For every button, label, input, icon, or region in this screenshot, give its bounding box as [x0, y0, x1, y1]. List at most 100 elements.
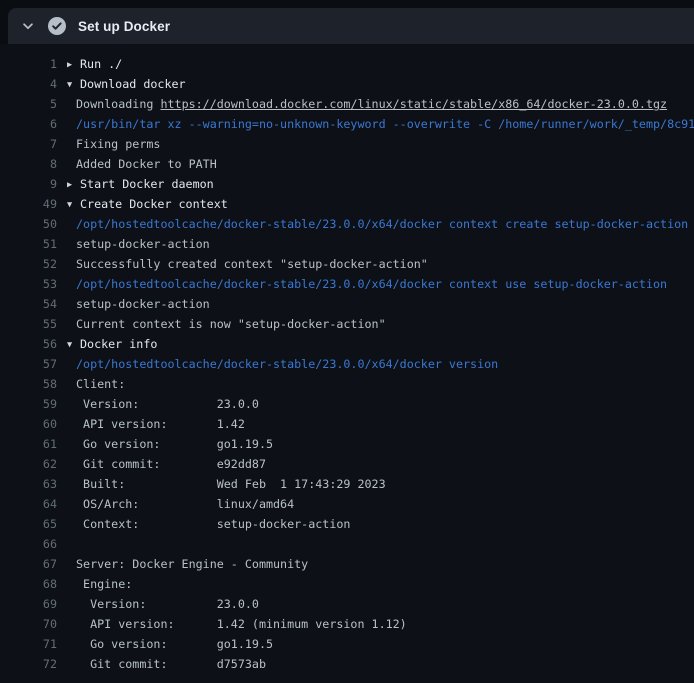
line-number[interactable]: 59 [0, 394, 57, 414]
group-toggle[interactable]: ▼Docker info [67, 334, 157, 354]
line-number[interactable]: 58 [0, 374, 57, 394]
line-number[interactable]: 6 [0, 114, 57, 134]
log-line: 55 Current context is now "setup-docker-a… [0, 314, 694, 334]
log-line: 7 Fixing perms [0, 134, 694, 154]
line-number[interactable]: 49 [0, 194, 57, 214]
line-number[interactable]: 56 [0, 334, 57, 354]
line-number[interactable]: 61 [0, 434, 57, 454]
log-text: Context: setup-docker-action [67, 514, 350, 534]
log-line: 54 setup-docker-action [0, 294, 694, 314]
line-number[interactable]: 8 [0, 154, 57, 174]
log-text: Go version: go1.19.5 [67, 634, 273, 654]
line-number[interactable]: 1 [0, 54, 57, 74]
log-link[interactable]: https://download.docker.com/linux/static… [160, 97, 667, 111]
log-text: Built: Wed Feb 1 17:43:29 2023 [67, 474, 386, 494]
triangle-right-icon[interactable]: ▶ [67, 55, 80, 75]
group-title: Run ./ [80, 57, 122, 71]
line-number[interactable]: 57 [0, 354, 57, 374]
step-header[interactable]: Set up Docker [8, 8, 694, 44]
step-title: Set up Docker [78, 19, 170, 34]
line-number[interactable]: 71 [0, 634, 57, 654]
log-line: 8 Added Docker to PATH [0, 154, 694, 174]
group-toggle[interactable]: ▼Create Docker context [67, 194, 228, 214]
line-number[interactable]: 69 [0, 594, 57, 614]
group-title: Create Docker context [80, 197, 228, 211]
log-text-segment: Downloading [76, 97, 160, 111]
log-line: 69 Version: 23.0.0 [0, 594, 694, 614]
log-text [67, 534, 76, 554]
log-line: 63 Built: Wed Feb 1 17:43:29 2023 [0, 474, 694, 494]
log-line: 68 Engine: [0, 574, 694, 594]
log-text: OS/Arch: linux/amd64 [67, 494, 294, 514]
log-text: Git commit: d7573ab [67, 654, 266, 674]
group-title: Start Docker daemon [80, 177, 214, 191]
line-number[interactable]: 65 [0, 514, 57, 534]
line-number[interactable]: 5 [0, 94, 57, 114]
log-line: 62 Git commit: e92dd87 [0, 454, 694, 474]
triangle-right-icon[interactable]: ▶ [67, 175, 80, 195]
log-line: 4 ▼Download docker [0, 74, 694, 94]
line-number[interactable]: 63 [0, 474, 57, 494]
command-text: /opt/hostedtoolcache/docker-stable/23.0.… [67, 354, 498, 374]
log-text: Engine: [67, 574, 132, 594]
line-number[interactable]: 50 [0, 214, 57, 234]
line-number[interactable]: 52 [0, 254, 57, 274]
log-line: 72 Git commit: d7573ab [0, 654, 694, 674]
group-toggle[interactable]: ▶Run ./ [67, 54, 122, 74]
log-line: 71 Go version: go1.19.5 [0, 634, 694, 654]
command-text: /opt/hostedtoolcache/docker-stable/23.0.… [67, 214, 688, 234]
log-text: Version: 23.0.0 [67, 394, 259, 414]
command-text: /usr/bin/tar xz --warning=no-unknown-key… [67, 114, 694, 134]
group-toggle[interactable]: ▶Start Docker daemon [67, 174, 214, 194]
log-line: 57/opt/hostedtoolcache/docker-stable/23.… [0, 354, 694, 374]
group-title: Docker info [80, 337, 157, 351]
log-text: Version: 23.0.0 [67, 594, 259, 614]
line-number[interactable]: 64 [0, 494, 57, 514]
line-number[interactable]: 68 [0, 574, 57, 594]
group-title: Download docker [80, 77, 186, 91]
line-number[interactable]: 67 [0, 554, 57, 574]
log-text: Server: Docker Engine - Community [67, 554, 308, 574]
log-line: 64 OS/Arch: linux/amd64 [0, 494, 694, 514]
triangle-down-icon[interactable]: ▼ [67, 335, 80, 355]
log-text: setup-docker-action [67, 234, 210, 254]
log-text: Go version: go1.19.5 [67, 434, 273, 454]
line-number[interactable]: 72 [0, 654, 57, 674]
line-number[interactable]: 55 [0, 314, 57, 334]
log-lines: 1▶Run ./4▼Download docker5Downloading ht… [0, 54, 694, 674]
line-number[interactable]: 60 [0, 414, 57, 434]
log-line: 65 Context: setup-docker-action [0, 514, 694, 534]
line-number[interactable]: 66 [0, 534, 57, 554]
triangle-down-icon[interactable]: ▼ [67, 195, 80, 215]
log-line: 59 Version: 23.0.0 [0, 394, 694, 414]
line-number[interactable]: 54 [0, 294, 57, 314]
line-number[interactable]: 4 [0, 74, 57, 94]
log-line: 56 ▼Docker info [0, 334, 694, 354]
triangle-down-icon[interactable]: ▼ [67, 75, 80, 95]
log-line: 50/opt/hostedtoolcache/docker-stable/23.… [0, 214, 694, 234]
log-line: 6/usr/bin/tar xz --warning=no-unknown-ke… [0, 114, 694, 134]
line-number[interactable]: 9 [0, 174, 57, 194]
group-toggle[interactable]: ▼Download docker [67, 74, 186, 94]
log-text: API version: 1.42 [67, 414, 245, 434]
line-number[interactable]: 70 [0, 614, 57, 634]
log-line: 51 setup-docker-action [0, 234, 694, 254]
log-line: 58Client: [0, 374, 694, 394]
line-number[interactable]: 62 [0, 454, 57, 474]
line-number[interactable]: 7 [0, 134, 57, 154]
log-text: Added Docker to PATH [67, 154, 217, 174]
log-line: 70 API version: 1.42 (minimum version 1.… [0, 614, 694, 634]
log-line: 1 ▶Run ./ [0, 54, 694, 74]
log-text: setup-docker-action [67, 294, 210, 314]
log-area: 1▶Run ./4▼Download docker5Downloading ht… [0, 44, 694, 683]
log-line: 61 Go version: go1.19.5 [0, 434, 694, 454]
chevron-down-icon[interactable] [16, 19, 40, 33]
line-number[interactable]: 51 [0, 234, 57, 254]
log-text: Current context is now "setup-docker-act… [67, 314, 386, 334]
log-text: Fixing perms [67, 134, 160, 154]
log-line: 9 ▶Start Docker daemon [0, 174, 694, 194]
log-line: 52Successfully created context "setup-do… [0, 254, 694, 274]
line-number[interactable]: 53 [0, 274, 57, 294]
log-line: 60 API version: 1.42 [0, 414, 694, 434]
log-line: 5 Downloading https://download.docker.com… [0, 94, 694, 114]
